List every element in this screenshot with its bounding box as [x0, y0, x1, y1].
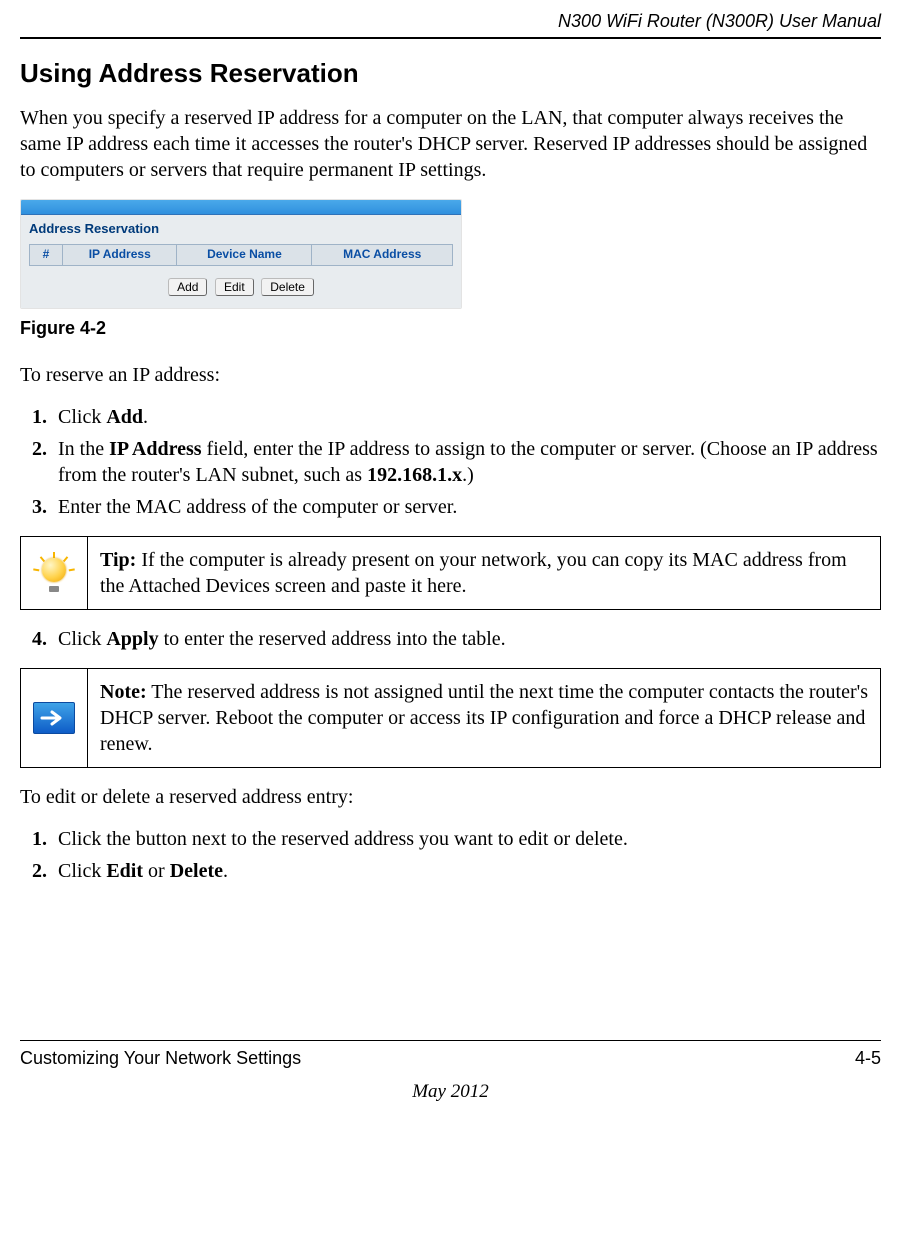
- step-3: Enter the MAC address of the computer or…: [52, 494, 881, 520]
- step-2-text-a: In the: [58, 438, 109, 460]
- lightbulb-icon: [35, 554, 73, 592]
- note-label: Note:: [100, 681, 147, 703]
- col-hash: #: [30, 245, 63, 266]
- figure-address-reservation: Address Reservation # IP Address Device …: [20, 199, 462, 308]
- edit-step-2-e: .: [223, 860, 228, 882]
- tip-text-cell: Tip: If the computer is already present …: [88, 537, 880, 609]
- delete-button[interactable]: Delete: [261, 278, 314, 296]
- footer-left: Customizing Your Network Settings: [20, 1047, 301, 1070]
- tip-icon-cell: [21, 537, 88, 609]
- edit-step-2: Click Edit or Delete.: [52, 858, 881, 884]
- tip-callout: Tip: If the computer is already present …: [20, 536, 881, 610]
- tip-text: If the computer is already present on yo…: [100, 549, 847, 597]
- figure-table: # IP Address Device Name MAC Address: [29, 244, 453, 266]
- col-ip-address: IP Address: [63, 245, 177, 266]
- note-icon-cell: [21, 669, 88, 767]
- figure-caption: Figure 4-2: [20, 317, 881, 340]
- step-4-apply-label: Apply: [106, 628, 158, 650]
- step-2-subnet-example: 192.168.1.x: [367, 464, 462, 486]
- intro-paragraph: When you specify a reserved IP address f…: [20, 105, 881, 183]
- edit-delete-steps-list: Click the button next to the reserved ad…: [20, 826, 881, 884]
- page-header-title: N300 WiFi Router (N300R) User Manual: [20, 0, 881, 37]
- edit-button[interactable]: Edit: [215, 278, 254, 296]
- note-text-cell: Note: The reserved address is not assign…: [88, 669, 880, 767]
- reserve-steps-list: Click Add. In the IP Address field, ente…: [20, 404, 881, 520]
- header-rule: [20, 37, 881, 39]
- col-device-name: Device Name: [177, 245, 312, 266]
- step-4: Click Apply to enter the reserved addres…: [52, 626, 881, 652]
- footer-rule: [20, 1040, 881, 1041]
- edit-step-2-delete-label: Delete: [170, 860, 223, 882]
- footer-row: Customizing Your Network Settings 4-5: [20, 1047, 881, 1070]
- edit-step-2-c: or: [143, 860, 170, 882]
- edit-step-2-edit-label: Edit: [106, 860, 143, 882]
- note-text: The reserved address is not assigned unt…: [100, 681, 868, 755]
- add-button[interactable]: Add: [168, 278, 207, 296]
- step-1: Click Add.: [52, 404, 881, 430]
- footer-page-number: 4-5: [855, 1047, 881, 1070]
- section-heading: Using Address Reservation: [20, 57, 881, 91]
- arrow-icon: [33, 702, 75, 734]
- edit-delete-intro: To edit or delete a reserved address ent…: [20, 784, 881, 810]
- figure-title-bar: [21, 200, 461, 215]
- step-2: In the IP Address field, enter the IP ad…: [52, 436, 881, 488]
- step-1-add-label: Add: [106, 406, 143, 428]
- note-callout: Note: The reserved address is not assign…: [20, 668, 881, 768]
- step-4-text-c: to enter the reserved address into the t…: [159, 628, 506, 650]
- table-header-row: # IP Address Device Name MAC Address: [30, 245, 453, 266]
- step-4-text-a: Click: [58, 628, 106, 650]
- footer-date: May 2012: [20, 1080, 881, 1105]
- step-1-text-c: .: [143, 406, 148, 428]
- step-2-ip-field-label: IP Address: [109, 438, 201, 460]
- edit-step-2-a: Click: [58, 860, 106, 882]
- figure-panel: Address Reservation # IP Address Device …: [21, 215, 461, 307]
- tip-label: Tip:: [100, 549, 136, 571]
- edit-step-1: Click the button next to the reserved ad…: [52, 826, 881, 852]
- step-2-text-e: .): [462, 464, 474, 486]
- figure-panel-title: Address Reservation: [29, 221, 453, 238]
- reserve-intro: To reserve an IP address:: [20, 362, 881, 388]
- col-mac-address: MAC Address: [312, 245, 453, 266]
- figure-button-row: Add Edit Delete: [29, 272, 453, 298]
- reserve-steps-list-cont: Click Apply to enter the reserved addres…: [20, 626, 881, 652]
- step-1-text-a: Click: [58, 406, 106, 428]
